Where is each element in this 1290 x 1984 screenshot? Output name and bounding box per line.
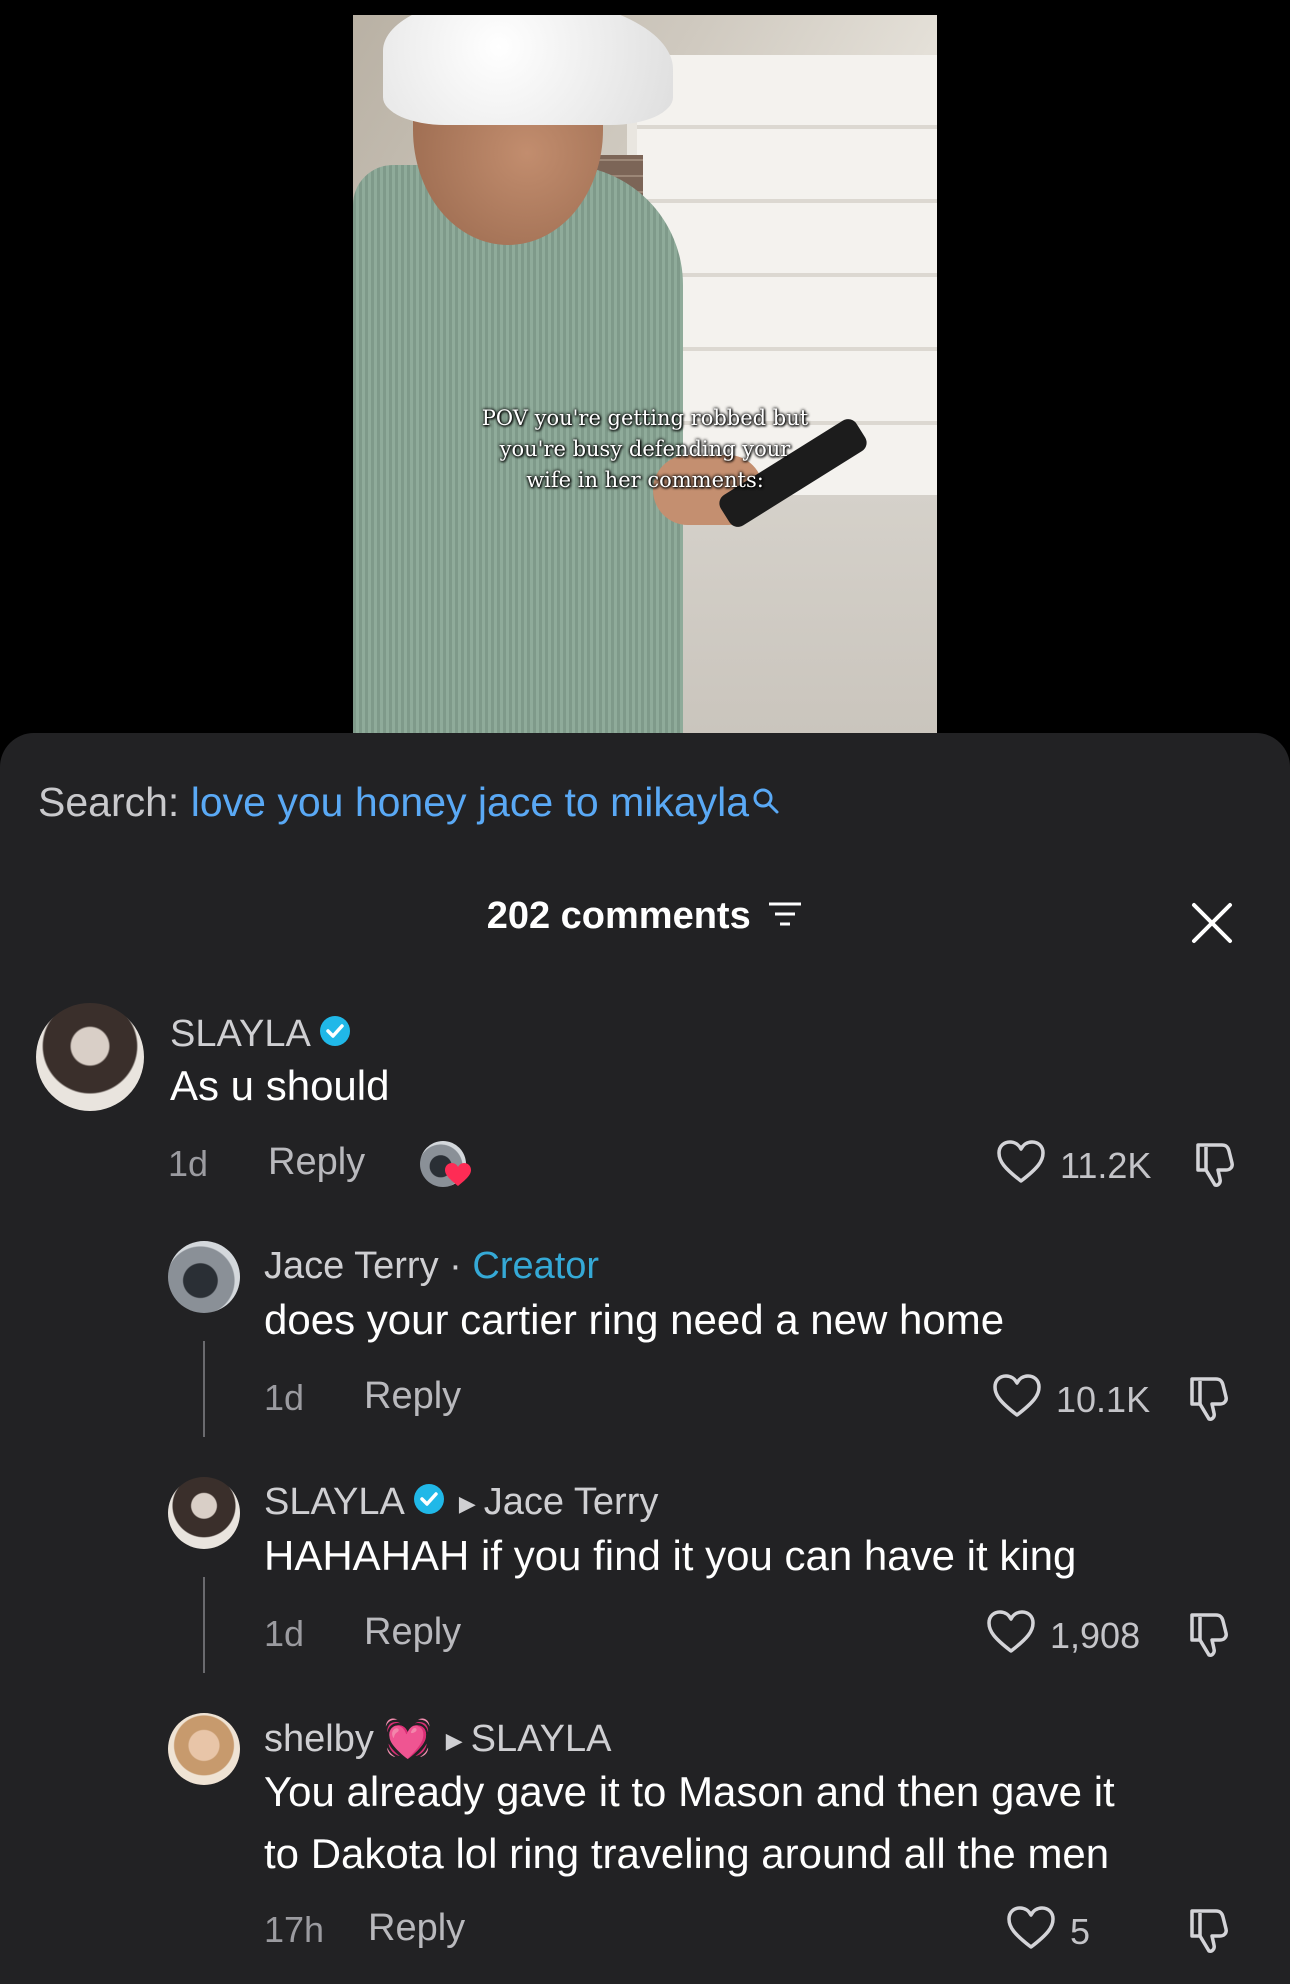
- dislike-icon[interactable]: [1186, 1905, 1236, 1960]
- dislike-icon[interactable]: [1192, 1139, 1242, 1194]
- creator-liked-indicator: [420, 1141, 471, 1187]
- username-text: shelby: [264, 1718, 374, 1760]
- comments-sheet: Search: love you honey jace to mikayla 2…: [0, 733, 1290, 1984]
- search-suggestion[interactable]: Search: love you honey jace to mikayla: [38, 779, 781, 826]
- search-label: Search:: [38, 779, 180, 825]
- reply-button[interactable]: Reply: [364, 1611, 461, 1654]
- reply-to-arrow-icon: ▶: [445, 1727, 463, 1753]
- verified-badge-icon: [413, 1482, 445, 1525]
- verified-badge-icon: [319, 1014, 351, 1057]
- video-caption: POV you're getting robbed but you're bus…: [353, 403, 937, 496]
- close-icon[interactable]: [1190, 901, 1234, 945]
- video-caption-line: you're busy defending your: [499, 437, 791, 461]
- comment-text: As u should: [170, 1062, 390, 1109]
- like-heart-icon[interactable]: [1006, 1905, 1056, 1956]
- heart-emoji-icon: 💓: [384, 1718, 432, 1760]
- avatar[interactable]: [168, 1241, 240, 1313]
- video-caption-line: wife in her comments:: [526, 468, 764, 492]
- thread-line: [203, 1341, 205, 1437]
- comments-header: 202 comments: [0, 895, 1290, 939]
- dislike-icon[interactable]: [1186, 1609, 1236, 1664]
- reply-button[interactable]: Reply: [368, 1907, 465, 1950]
- username-text: Jace Terry: [264, 1245, 439, 1287]
- comments-count: 202 comments: [486, 895, 751, 937]
- comment-username[interactable]: shelby 💓 ▶ SLAYLA: [264, 1717, 612, 1761]
- comment-text: HAHAHAH if you find it you can have it k…: [264, 1532, 1077, 1579]
- video-caption-line: POV you're getting robbed but: [481, 406, 809, 430]
- comment-text: does your cartier ring need a new home: [264, 1296, 1005, 1343]
- like-count: 1,908: [1050, 1615, 1141, 1656]
- comment-username[interactable]: Jace Terry · Creator: [264, 1245, 599, 1288]
- comment-username[interactable]: SLAYLA ▶ Jace Terry: [264, 1481, 658, 1525]
- avatar[interactable]: [168, 1713, 240, 1785]
- comment-time: 1d: [264, 1613, 305, 1654]
- reply-to-arrow-icon: ▶: [458, 1490, 476, 1516]
- creator-tag: Creator: [472, 1245, 600, 1287]
- like-count: 5: [1070, 1911, 1091, 1952]
- comment-time: 1d: [264, 1377, 305, 1418]
- search-query-link[interactable]: love you honey jace to mikayla: [191, 779, 749, 825]
- reply-to-username[interactable]: Jace Terry: [484, 1481, 659, 1523]
- comment-text: You already gave it to Mason and then ga…: [264, 1761, 1115, 1885]
- like-count: 11.2K: [1060, 1145, 1152, 1186]
- dislike-icon[interactable]: [1186, 1373, 1236, 1428]
- like-heart-icon[interactable]: [992, 1373, 1042, 1424]
- comment-time: 17h: [264, 1909, 325, 1950]
- video-player[interactable]: POV you're getting robbed but you're bus…: [353, 15, 937, 733]
- username-text: SLAYLA: [264, 1481, 405, 1523]
- comment-time: 1d: [168, 1143, 209, 1184]
- reply-button[interactable]: Reply: [364, 1375, 461, 1418]
- heart-filled-icon: [444, 1162, 472, 1193]
- thread-line: [203, 1577, 205, 1673]
- like-count: 10.1K: [1056, 1379, 1151, 1420]
- avatar[interactable]: [168, 1477, 240, 1549]
- comment-username[interactable]: SLAYLA: [170, 1013, 351, 1057]
- separator-dot: ·: [449, 1245, 462, 1287]
- search-icon: [751, 779, 781, 826]
- comment-text-line: You already gave it to Mason and then ga…: [264, 1768, 1115, 1815]
- reply-button[interactable]: Reply: [268, 1141, 365, 1184]
- like-heart-icon[interactable]: [986, 1609, 1036, 1660]
- like-heart-icon[interactable]: [996, 1139, 1046, 1190]
- sort-icon[interactable]: [767, 896, 803, 939]
- video-person-cap: [383, 15, 673, 125]
- comment-text-line: to Dakota lol ring traveling around all …: [264, 1830, 1110, 1877]
- reply-to-username[interactable]: SLAYLA: [471, 1718, 612, 1760]
- avatar[interactable]: [36, 1003, 144, 1111]
- username-text: SLAYLA: [170, 1013, 311, 1055]
